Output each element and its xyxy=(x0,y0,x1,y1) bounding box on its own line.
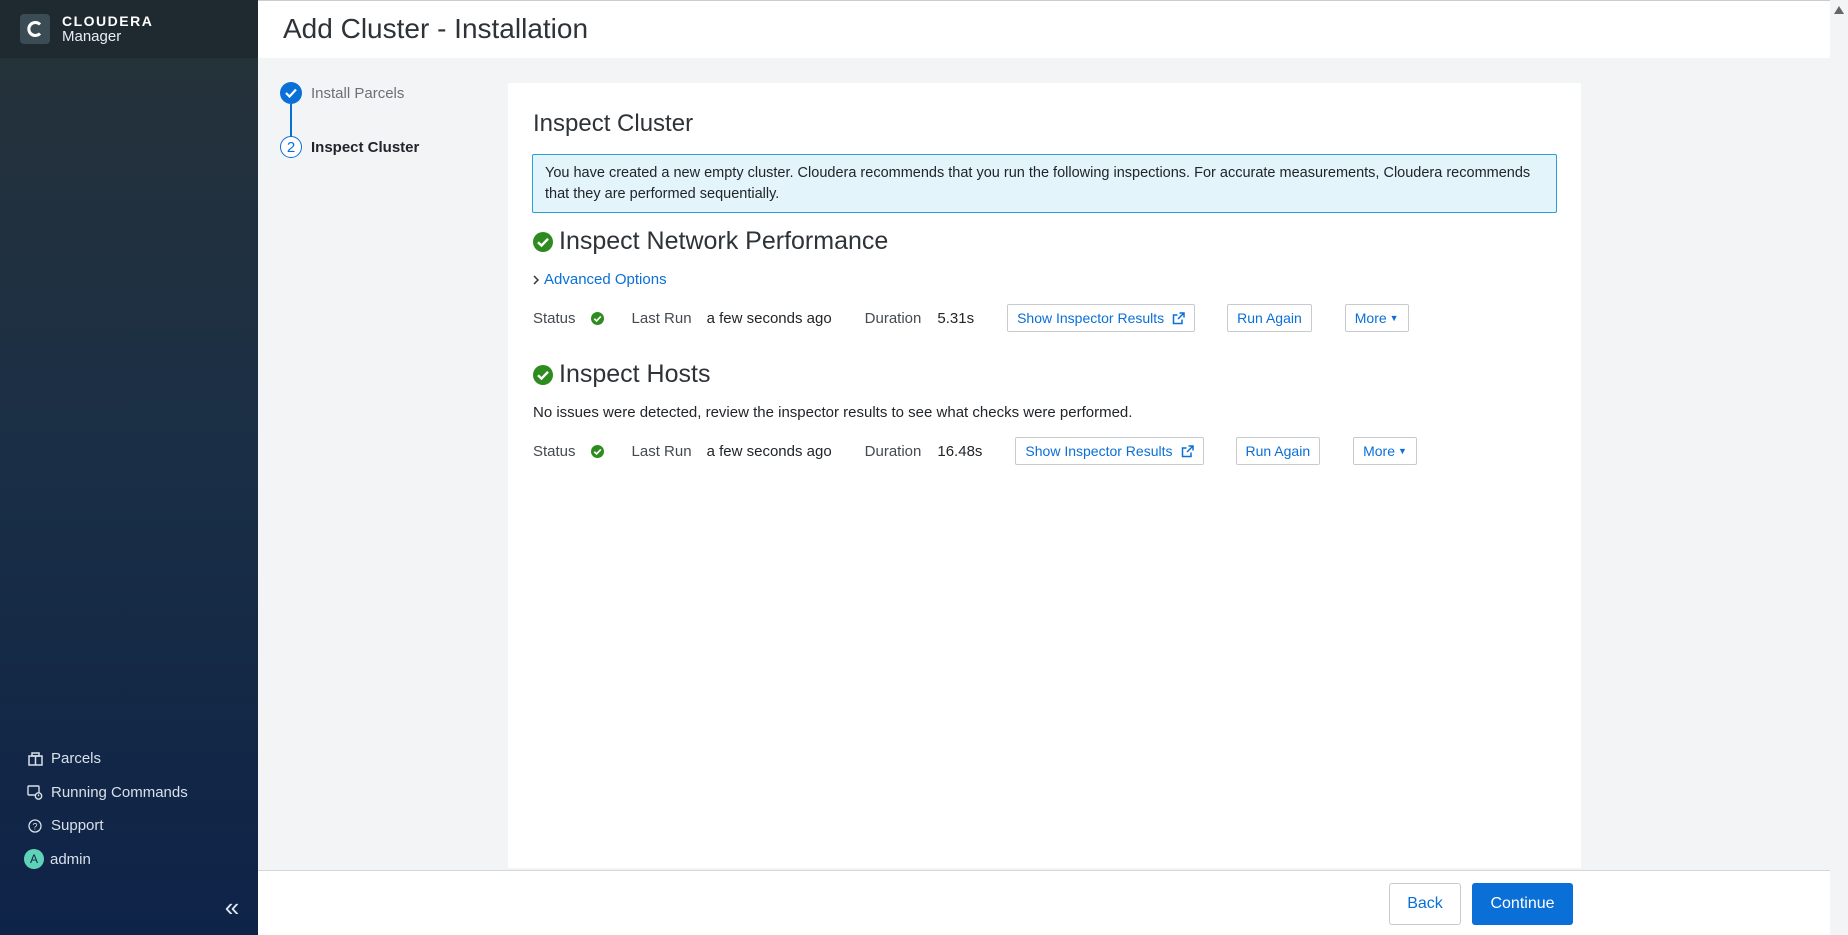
help-circle-icon: ? xyxy=(27,818,43,834)
continue-button[interactable]: Continue xyxy=(1472,883,1573,925)
caret-down-icon: ▼ xyxy=(1398,446,1407,456)
sidebar-item-parcels[interactable]: Parcels xyxy=(0,742,258,776)
section-title-text: Inspect Network Performance xyxy=(559,227,889,255)
last-run-value: a few seconds ago xyxy=(706,442,832,460)
network-run-row: Status Last Run a few seconds ago Durati… xyxy=(533,303,1409,333)
last-run-label: Last Run xyxy=(631,309,692,327)
hosts-section-title: Inspect Hosts xyxy=(533,360,710,389)
double-chevron-left-icon[interactable]: « xyxy=(220,894,244,920)
chevron-right-icon xyxy=(533,274,539,285)
avatar: A xyxy=(24,849,44,870)
sidebar-item-label: Running Commands xyxy=(51,783,188,801)
card-title: Inspect Cluster xyxy=(533,110,694,137)
page-title: Add Cluster - Installation xyxy=(283,13,589,44)
parcels-icon xyxy=(27,751,43,767)
brand[interactable]: CLOUDERA Manager xyxy=(0,0,258,58)
scroll-up-arrow-icon[interactable] xyxy=(1834,6,1844,14)
info-alert: You have created a new empty cluster. Cl… xyxy=(532,154,1557,213)
sidebar-nav: Parcels Running Commands ? Support A adm… xyxy=(0,742,258,876)
advanced-options-link[interactable]: Advanced Options xyxy=(533,271,667,288)
page-header: Add Cluster - Installation xyxy=(258,0,1830,58)
duration-label: Duration xyxy=(864,309,922,327)
wizard-footer: Back Continue xyxy=(258,870,1830,935)
status-success-icon xyxy=(590,311,604,325)
content-card: Inspect Cluster You have created a new e… xyxy=(508,83,1581,868)
success-check-icon xyxy=(533,231,553,252)
running-commands-icon xyxy=(27,784,43,800)
status-success-icon xyxy=(590,444,604,458)
sidebar-item-running-commands[interactable]: Running Commands xyxy=(0,776,258,810)
brand-product: Manager xyxy=(62,28,122,45)
hosts-description: No issues were detected, review the insp… xyxy=(533,404,1133,421)
duration-label: Duration xyxy=(864,442,922,460)
step-inspect-cluster[interactable]: 2 Inspect Cluster xyxy=(280,136,419,158)
status-label: Status xyxy=(533,442,576,460)
cloudera-logo-icon xyxy=(20,14,50,44)
duration-value: 5.31s xyxy=(937,309,975,327)
show-inspector-results-button[interactable]: Show Inspector Results xyxy=(1007,304,1196,332)
status-label: Status xyxy=(533,309,576,327)
show-inspector-results-button[interactable]: Show Inspector Results xyxy=(1015,437,1204,465)
advanced-options-label: Advanced Options xyxy=(544,271,667,288)
step-label: Inspect Cluster xyxy=(311,138,420,156)
duration-value: 16.48s xyxy=(937,442,983,460)
step-label: Install Parcels xyxy=(311,84,405,102)
brand-name: CLOUDERA xyxy=(62,13,154,29)
svg-text:?: ? xyxy=(32,821,37,831)
run-again-button[interactable]: Run Again xyxy=(1235,437,1321,465)
button-label: Show Inspector Results xyxy=(1017,310,1165,326)
hosts-run-row: Status Last Run a few seconds ago Durati… xyxy=(533,436,1417,466)
external-link-icon xyxy=(1181,444,1194,458)
run-again-button[interactable]: Run Again xyxy=(1227,304,1312,332)
main-content: Add Cluster - Installation Install Parce… xyxy=(258,0,1830,935)
step-number: 2 xyxy=(280,136,302,158)
sidebar-item-admin[interactable]: A admin xyxy=(0,843,258,877)
external-link-icon xyxy=(1172,311,1185,325)
sidebar: CLOUDERA Manager Parcels Running Command… xyxy=(0,0,258,935)
sidebar-item-label: Support xyxy=(51,817,104,835)
checkmark-circle-icon xyxy=(280,82,302,104)
more-dropdown-button[interactable]: More ▼ xyxy=(1344,304,1409,332)
more-dropdown-button[interactable]: More ▼ xyxy=(1353,437,1417,465)
button-label: More xyxy=(1363,443,1396,459)
back-button[interactable]: Back xyxy=(1389,883,1461,925)
button-label: Show Inspector Results xyxy=(1025,443,1173,459)
last-run-value: a few seconds ago xyxy=(706,309,832,327)
caret-down-icon: ▼ xyxy=(1389,313,1399,323)
last-run-label: Last Run xyxy=(631,442,692,460)
success-check-icon xyxy=(533,364,553,385)
sidebar-item-label: Parcels xyxy=(51,750,102,768)
step-connector xyxy=(290,104,292,138)
section-title-text: Inspect Hosts xyxy=(559,360,711,388)
network-section-title: Inspect Network Performance xyxy=(533,227,888,256)
button-label: More xyxy=(1354,310,1387,326)
step-install-parcels[interactable]: Install Parcels xyxy=(280,82,404,104)
sidebar-item-label: admin xyxy=(50,850,91,868)
sidebar-item-support[interactable]: ? Support xyxy=(0,809,258,843)
vertical-scrollbar[interactable] xyxy=(1830,0,1848,935)
